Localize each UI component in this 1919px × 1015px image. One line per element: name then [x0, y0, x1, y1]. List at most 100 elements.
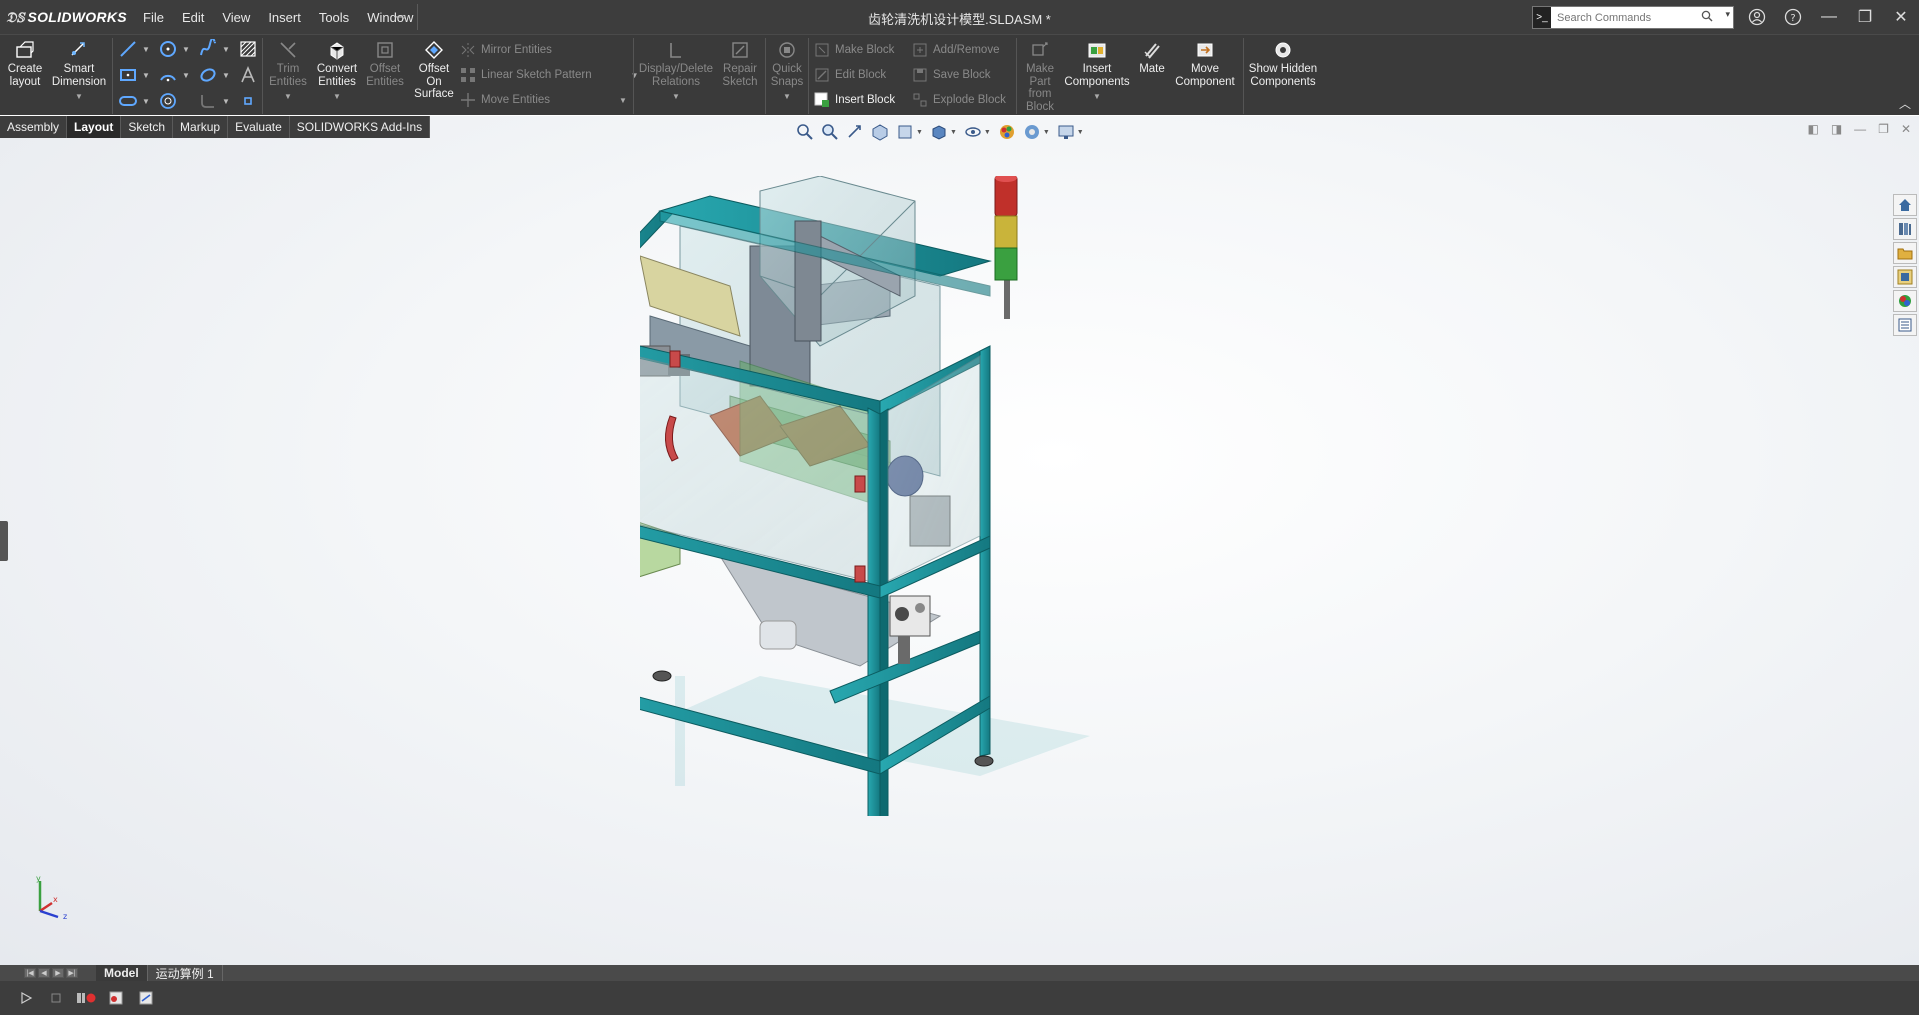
smart-dimension-dropdown-icon[interactable]: ▼	[75, 91, 83, 104]
tile-left-icon[interactable]: ◧	[1807, 122, 1818, 136]
zoom-to-fit-icon[interactable]	[796, 123, 814, 141]
motion-study-properties-icon[interactable]	[106, 988, 126, 1008]
file-explorer-icon[interactable]	[1893, 242, 1917, 264]
insert-components-dropdown-icon[interactable]: ▼	[1093, 91, 1101, 104]
last-tab-icon[interactable]: ▶|	[66, 968, 78, 978]
tab-motion-study[interactable]: 运动算例 1	[148, 965, 223, 981]
spline-icon[interactable]	[198, 39, 218, 59]
view-settings-icon[interactable]	[1057, 123, 1075, 141]
quick-snaps-dropdown-icon[interactable]: ▼	[783, 91, 791, 104]
line-icon[interactable]	[118, 39, 138, 59]
rectangle-icon[interactable]	[118, 65, 138, 85]
apply-scene-icon[interactable]	[1023, 123, 1041, 141]
menu-insert[interactable]: Insert	[259, 10, 310, 25]
previous-view-icon[interactable]	[846, 123, 864, 141]
explode-block-button[interactable]: Explode Block	[912, 90, 1006, 110]
fillet-dropdown-icon[interactable]: ▼	[222, 97, 230, 106]
tab-model[interactable]: Model	[96, 965, 148, 981]
search-input[interactable]	[1551, 7, 1699, 28]
solidworks-logo[interactable]: 𝔇𝕊 SOLIDWORKS	[6, 8, 127, 26]
tab-layout[interactable]: Layout	[67, 116, 122, 138]
user-account-icon[interactable]	[1739, 0, 1775, 34]
slot-dropdown-icon[interactable]: ▼	[142, 97, 150, 106]
help-icon[interactable]: ?	[1775, 0, 1811, 34]
create-layout-button[interactable]: Create layout	[6, 39, 44, 88]
arc-dropdown-icon[interactable]: ▼	[182, 71, 190, 80]
convert-entities-button[interactable]: Convert Entities ▼	[312, 39, 362, 104]
rectangle-dropdown-icon[interactable]: ▼	[142, 71, 150, 80]
display-delete-relations-button[interactable]: Display/Delete Relations ▼	[638, 39, 714, 104]
tab-sketch[interactable]: Sketch	[121, 116, 174, 138]
appearances-scenes-icon[interactable]	[1893, 290, 1917, 312]
text-icon[interactable]	[238, 65, 258, 85]
mirror-entities-button[interactable]: Mirror Entities	[460, 40, 552, 60]
tab-markup[interactable]: Markup	[173, 116, 229, 138]
circle-dropdown-icon[interactable]: ▼	[182, 45, 190, 54]
view-settings-dropdown-icon[interactable]: ▼	[1077, 129, 1084, 136]
minimize-icon[interactable]: —	[1811, 0, 1847, 34]
quick-snaps-button[interactable]: Quick Snaps ▼	[768, 39, 806, 104]
insert-block-button[interactable]: Insert Block	[814, 90, 895, 110]
design-library-icon[interactable]	[1893, 218, 1917, 240]
record-icon[interactable]	[76, 988, 96, 1008]
make-part-from-block-button[interactable]: Make Part from Block	[1020, 39, 1060, 113]
menu-tools[interactable]: Tools	[310, 10, 358, 25]
relations-dropdown-icon[interactable]: ▼	[672, 91, 680, 104]
menu-view[interactable]: View	[213, 10, 259, 25]
first-tab-icon[interactable]: |◀	[24, 968, 36, 978]
viewport-close-icon[interactable]: ✕	[1901, 122, 1911, 136]
menu-window[interactable]: Window	[358, 10, 422, 25]
calculate-icon[interactable]	[136, 988, 156, 1008]
stop-icon[interactable]	[46, 988, 66, 1008]
viewport-restore-icon[interactable]: ❐	[1878, 122, 1889, 136]
tab-assembly[interactable]: Assembly	[0, 116, 68, 138]
viewport-minimize-icon[interactable]: —	[1854, 122, 1866, 136]
view-orientation-dropdown-icon[interactable]: ▼	[916, 129, 923, 136]
zoom-to-area-icon[interactable]	[821, 123, 839, 141]
trim-entities-dropdown-icon[interactable]: ▼	[284, 91, 292, 104]
graphics-area[interactable]: ▼ ▼ ▼ ▼ ▼ ◧ ◨ — ❐ ✕ y x z	[0, 116, 1919, 965]
linear-sketch-pattern-button[interactable]: Linear Sketch Pattern ▼	[460, 65, 639, 85]
solidworks-resources-icon[interactable]	[1893, 194, 1917, 216]
assembly-model-view[interactable]	[640, 176, 1260, 816]
slot-icon[interactable]	[118, 91, 138, 111]
next-tab-icon[interactable]: ▶	[52, 968, 64, 978]
arc-icon[interactable]	[158, 65, 178, 85]
mate-button[interactable]: Mate	[1134, 39, 1170, 76]
pin-menu-icon[interactable]: ⊸	[395, 9, 406, 25]
add-remove-button[interactable]: Add/Remove	[912, 40, 999, 60]
prev-tab-icon[interactable]: ◀	[38, 968, 50, 978]
custom-properties-icon[interactable]	[1893, 314, 1917, 336]
feature-manager-toggle[interactable]	[0, 521, 8, 561]
menu-file[interactable]: File	[134, 10, 173, 25]
repair-sketch-button[interactable]: Repair Sketch	[718, 39, 762, 88]
move-component-button[interactable]: Move Component	[1172, 39, 1238, 88]
tile-right-icon[interactable]: ◨	[1831, 122, 1842, 136]
edit-appearance-icon[interactable]	[998, 123, 1016, 141]
restore-icon[interactable]: ❐	[1847, 0, 1883, 34]
spline-dropdown-icon[interactable]: ▼	[222, 45, 230, 54]
move-entities-button[interactable]: Move Entities ▼	[460, 90, 627, 110]
offset-on-surface-button[interactable]: Offset On Surface	[410, 39, 458, 101]
tab-solidworks-add-ins[interactable]: SOLIDWORKS Add-Ins	[289, 116, 431, 138]
show-hidden-components-button[interactable]: Show Hidden Components	[1248, 39, 1318, 88]
collapse-ribbon-icon[interactable]: ︿	[1899, 95, 1911, 112]
view-palette-icon[interactable]	[1893, 266, 1917, 288]
edit-block-button[interactable]: Edit Block	[814, 65, 886, 85]
search-icon[interactable]	[1701, 10, 1713, 22]
close-icon[interactable]: ✕	[1883, 0, 1919, 34]
tab-evaluate[interactable]: Evaluate	[228, 116, 290, 138]
save-block-button[interactable]: Save Block	[912, 65, 991, 85]
line-dropdown-icon[interactable]: ▼	[142, 45, 150, 54]
circle-icon[interactable]	[158, 39, 178, 59]
ellipse-dropdown-icon[interactable]: ▼	[222, 71, 230, 80]
hide-show-dropdown-icon[interactable]: ▼	[984, 129, 991, 136]
scene-dropdown-icon[interactable]: ▼	[1043, 129, 1050, 136]
section-view-icon[interactable]	[871, 123, 889, 141]
convert-entities-dropdown-icon[interactable]: ▼	[333, 91, 341, 104]
make-block-button[interactable]: Make Block	[814, 40, 894, 60]
search-commands[interactable]: >_ ▾	[1532, 6, 1734, 29]
trim-entities-button[interactable]: Trim Entities ▼	[266, 39, 310, 104]
ellipse-icon[interactable]	[198, 65, 218, 85]
fillet-icon[interactable]	[198, 91, 218, 111]
